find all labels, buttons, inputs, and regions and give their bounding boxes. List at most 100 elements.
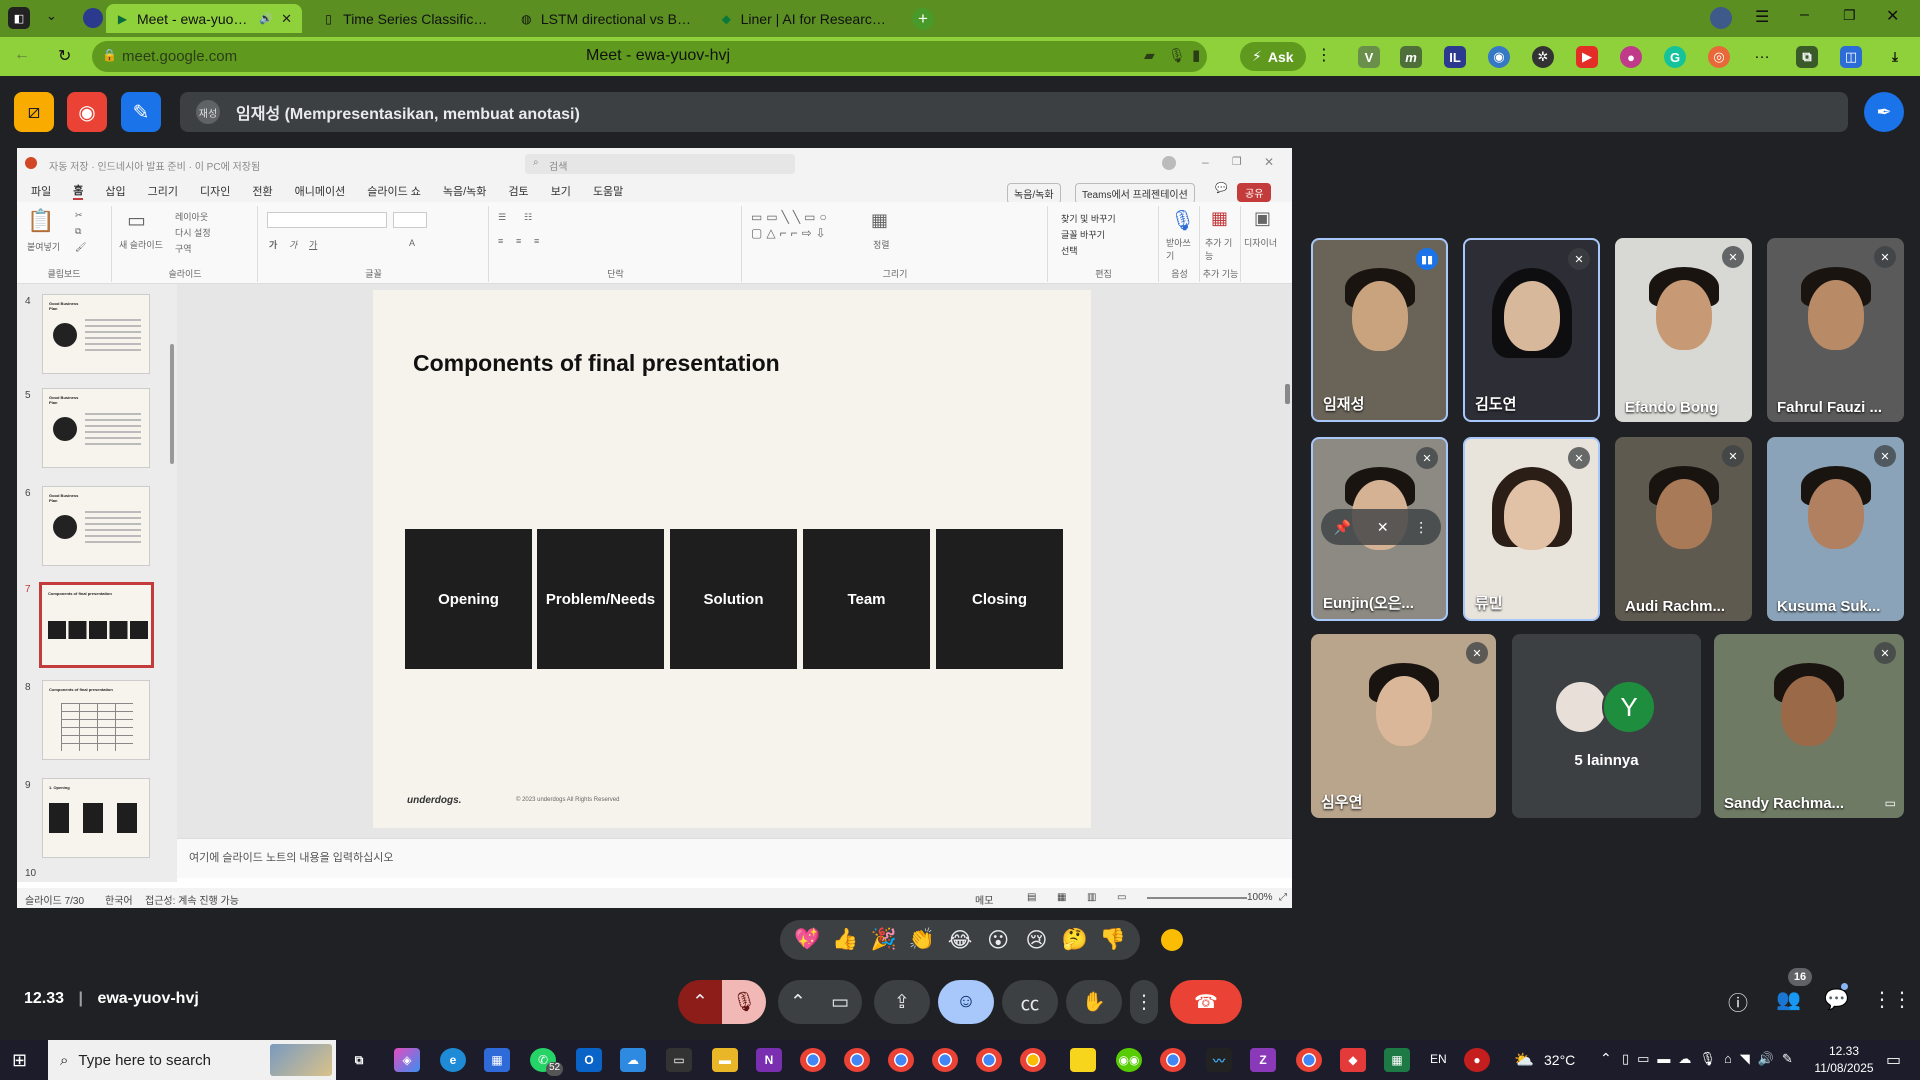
emoji-button[interactable]: ☺ (938, 980, 994, 1024)
section-button[interactable]: 구역 (175, 242, 192, 255)
window-icon[interactable]: ◧ (8, 7, 30, 29)
ppt-restore-icon[interactable]: ❐ (1232, 155, 1242, 168)
minimize-icon[interactable]: – (1800, 6, 1809, 24)
people-icon[interactable]: 👥 (1776, 987, 1801, 1012)
profile-avatar[interactable] (1710, 7, 1732, 29)
anydesk-icon[interactable]: ◆ (1340, 1048, 1366, 1072)
pin-icon[interactable]: 📌 (1334, 519, 1351, 536)
font-size-dropdown[interactable] (393, 212, 427, 228)
reaction-thumbs-down[interactable]: 👎 (1097, 928, 1129, 952)
account-icon[interactable] (1162, 156, 1176, 170)
slide-thumbnail[interactable]: Good Business Plan (42, 486, 150, 566)
extension-color-icon[interactable]: ● (1620, 46, 1642, 68)
clock-time[interactable]: 12.33 (1818, 1044, 1870, 1058)
shapes-gallery-row2[interactable]: ▢△⌐⌐⇨⇩ (751, 226, 830, 240)
ppt-close-icon[interactable]: ✕ (1264, 155, 1274, 169)
current-slide[interactable]: Components of final presentation Opening… (373, 290, 1091, 828)
copy-icon[interactable]: ⧉ (75, 226, 81, 237)
chrome-profile-icon[interactable] (888, 1048, 914, 1072)
store-icon[interactable]: ▦ (484, 1048, 510, 1072)
extension-openai-icon[interactable]: ✲ (1532, 46, 1554, 68)
terminal-icon[interactable]: ▭ (666, 1048, 692, 1072)
align-right-icon[interactable]: ≡ (534, 236, 539, 246)
restore-icon[interactable]: ❐ (1843, 7, 1856, 24)
camera-button[interactable]: ▭ (818, 980, 862, 1024)
participant-tile[interactable]: ✕ 심우연 (1311, 634, 1496, 818)
addins-icon[interactable]: ▦ (1211, 208, 1228, 229)
reaction-thumbs-up[interactable]: 👍 (829, 928, 861, 952)
activities-icon[interactable]: ⋮⋮⋮ (1872, 987, 1920, 1012)
comments-icon[interactable]: 💬 (1215, 183, 1227, 194)
italic-icon[interactable]: 가 (289, 238, 297, 251)
reaction-clap[interactable]: 👏 (906, 928, 938, 952)
more-options-button[interactable]: ⋮ (1130, 980, 1158, 1024)
participant-tile[interactable]: ✕ ▭ Sandy Rachma... (1714, 634, 1904, 818)
participant-tile[interactable]: ✕ 류민 (1463, 437, 1600, 621)
slide-thumbnail[interactable]: Good Business Plan (42, 388, 150, 468)
tab-list-chevron-icon[interactable]: ⌄ (46, 8, 57, 24)
others-tile[interactable]: Y 5 lainnya (1512, 634, 1701, 818)
menu-slideshow[interactable]: 슬라이드 쇼 (367, 183, 421, 199)
onedrive-icon[interactable]: ☁ (620, 1048, 646, 1072)
participant-tile[interactable]: ✕ Fahrul Fauzi ... (1767, 238, 1904, 422)
extension-il-icon[interactable]: IL (1444, 46, 1466, 68)
slide-thumbnail[interactable]: Good Business Plan (42, 294, 150, 374)
new-slide-button[interactable]: ▭ (127, 208, 146, 233)
slide-thumbnail[interactable]: Components of final presentation (42, 680, 150, 760)
extension-grammarly-icon[interactable]: G (1664, 46, 1686, 68)
find-replace-button[interactable]: 찾기 및 바꾸기 (1061, 212, 1116, 225)
weather-icon[interactable]: ⛅ (1514, 1050, 1534, 1070)
participant-tile[interactable]: ✕ 📌 ✕ ⋮ Eunjin(오은... (1311, 437, 1448, 621)
teams-present-button[interactable]: Teams에서 프레젠테이션 (1075, 183, 1195, 204)
input-language[interactable]: EN (1430, 1052, 1447, 1066)
designer-icon[interactable]: ▣ (1254, 208, 1271, 229)
slideshow-view-icon[interactable]: ▭ (1117, 892, 1126, 903)
notes-pane[interactable]: 여기에 슬라이드 노트의 내용을 입력하십시오 (177, 838, 1292, 878)
dictate-icon[interactable]: 🎙 (1170, 208, 1195, 233)
menu-file[interactable]: 파일 (31, 183, 51, 199)
chrome-profile-icon[interactable] (1296, 1048, 1322, 1072)
file-explorer-icon[interactable]: ▬ (712, 1048, 738, 1072)
extension-m-icon[interactable]: m (1400, 46, 1422, 68)
annotate-button[interactable]: ✎ (121, 92, 161, 132)
annotation-pen-button[interactable]: ✒ (1864, 92, 1904, 132)
more-vert-icon[interactable]: ⋮ (1316, 45, 1332, 65)
reaction-party[interactable]: 🎉 (868, 928, 900, 952)
chrome-icon[interactable] (800, 1048, 826, 1072)
menu-animations[interactable]: 애니메이션 (295, 183, 346, 199)
excel-icon[interactable]: ▦ (1384, 1048, 1410, 1072)
underline-icon[interactable]: 가 (309, 238, 317, 251)
notes-toggle[interactable]: 메모 (975, 892, 993, 907)
extension-blue-icon[interactable]: ◫ (1840, 46, 1862, 68)
raise-hand-button[interactable]: ✋ (1066, 980, 1122, 1024)
chat-icon[interactable]: 💬 (1824, 987, 1849, 1012)
ask-button[interactable]: ⚡ Ask (1240, 42, 1306, 71)
thumbs-scrollbar[interactable] (170, 344, 174, 464)
chrome-profile-icon[interactable] (844, 1048, 870, 1072)
ppt-minimize-icon[interactable]: – (1202, 155, 1209, 169)
menu-record[interactable]: 녹음/녹화 (443, 183, 487, 199)
align-left-icon[interactable]: ≡ (498, 236, 503, 246)
edge-icon[interactable]: e (440, 1048, 466, 1072)
participant-tile[interactable]: ✕ Kusuma Suk... (1767, 437, 1904, 621)
show-hidden-icons[interactable]: ⌃ (1600, 1050, 1612, 1067)
paste-button[interactable]: 📋 (27, 208, 54, 234)
menu-icon[interactable]: ☰ (1755, 7, 1769, 27)
extension-eye-icon[interactable]: ◉ (1488, 46, 1510, 68)
reaction-thinking[interactable]: 🤔 (1059, 928, 1091, 952)
slide-thumbnail[interactable]: 1. Opening (42, 778, 150, 858)
participant-tile[interactable]: ✕ 김도연 (1463, 238, 1600, 422)
mic-options-button[interactable]: ⌃ (678, 980, 722, 1024)
extension-red-icon[interactable]: ◎ (1708, 46, 1730, 68)
weather-temp[interactable]: 32°C (1544, 1052, 1575, 1068)
share-button[interactable]: 공유 (1237, 183, 1272, 202)
chrome-profile-icon[interactable] (932, 1048, 958, 1072)
select-button[interactable]: 선택 (1061, 244, 1078, 257)
chrome-profile-icon[interactable] (1160, 1048, 1186, 1072)
menu-draw[interactable]: 그리기 (148, 183, 178, 199)
tab-lstm[interactable]: ◍ LSTM directional vs BiLST (510, 4, 702, 33)
record-mode-button[interactable]: 녹음/녹화 (1007, 183, 1061, 204)
more-extensions-icon[interactable]: … (1754, 45, 1770, 63)
reset-button[interactable]: 다시 설정 (175, 226, 211, 239)
ppt-search-box[interactable]: ⌕ 검색 (525, 154, 795, 174)
